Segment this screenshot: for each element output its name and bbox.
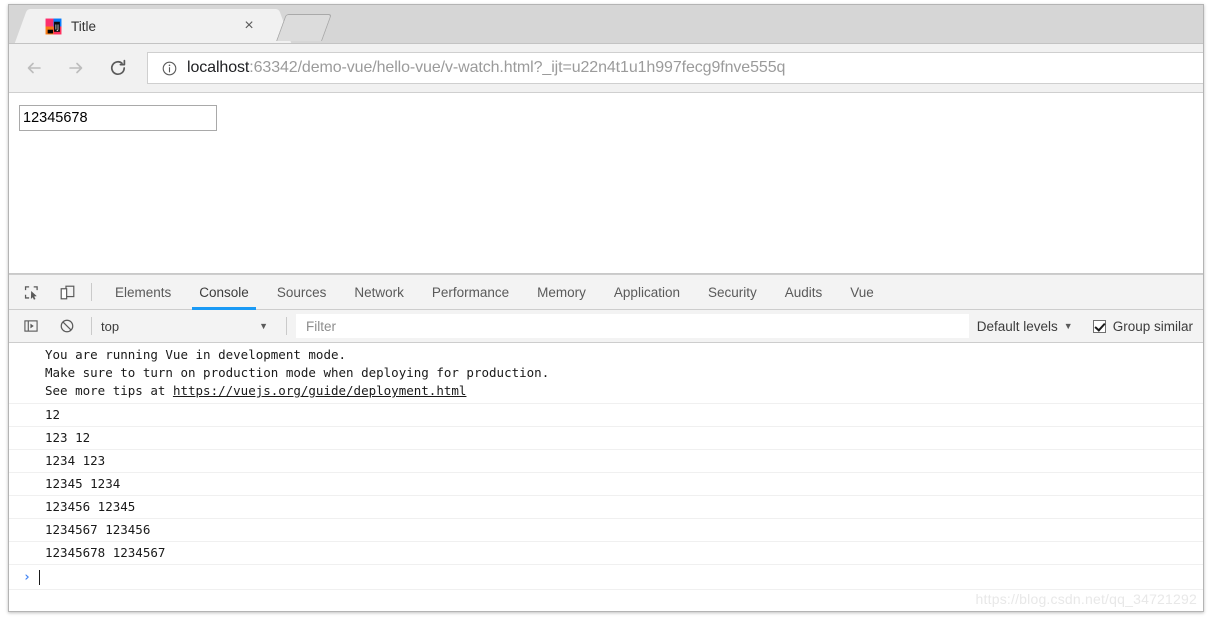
url-path: :63342/demo-vue/hello-vue/v-watch.html?_… xyxy=(249,59,786,76)
inspect-element-icon[interactable] xyxy=(17,278,45,306)
console-log-row: 1234567 123456 xyxy=(9,519,1203,542)
console-log-row: 12345 1234 xyxy=(9,473,1203,496)
prompt-text-caret xyxy=(38,569,40,585)
prompt-chevron-icon: › xyxy=(23,569,31,585)
chevron-down-icon: ▼ xyxy=(259,321,268,331)
console-filter-input[interactable] xyxy=(296,314,969,338)
tab-title: Title xyxy=(71,18,97,34)
tab-sources[interactable]: Sources xyxy=(263,275,341,310)
tab-memory[interactable]: Memory xyxy=(523,275,600,310)
reload-icon[interactable] xyxy=(101,51,135,85)
new-tab-button[interactable] xyxy=(276,14,332,41)
clear-console-icon[interactable] xyxy=(53,312,81,340)
toolbar-divider xyxy=(91,283,92,301)
console-log-row: 1234 123 xyxy=(9,450,1203,473)
url-host: localhost xyxy=(187,59,250,76)
forward-arrow-icon[interactable] xyxy=(59,51,93,85)
close-icon[interactable]: × xyxy=(239,16,259,36)
log-levels-label: Default levels xyxy=(976,318,1058,334)
chevron-down-icon: ▼ xyxy=(1063,321,1073,331)
console-toolbar-divider-1 xyxy=(91,317,92,335)
svg-text:IJ: IJ xyxy=(55,23,59,31)
vue-devmode-line-3: See more tips at xyxy=(45,383,173,398)
device-toolbar-icon[interactable] xyxy=(53,278,81,306)
group-similar-toggle[interactable]: Group similar xyxy=(1092,318,1203,334)
group-similar-label: Group similar xyxy=(1112,318,1193,334)
back-arrow-icon[interactable] xyxy=(17,51,51,85)
console-message-vue-devmode: You are running Vue in development mode.… xyxy=(9,343,1203,404)
page-viewport xyxy=(9,93,1203,274)
show-console-sidebar-icon[interactable] xyxy=(17,312,45,340)
tab-elements[interactable]: Elements xyxy=(101,275,185,310)
watermark: https://blog.csdn.net/qq_34721292 xyxy=(975,591,1197,607)
vue-text-input[interactable] xyxy=(19,105,217,131)
execution-context-value: top xyxy=(101,318,120,334)
tab-application[interactable]: Application xyxy=(600,275,694,310)
vue-devmode-line-2: Make sure to turn on production mode whe… xyxy=(45,365,550,380)
vue-devmode-line-1: You are running Vue in development mode. xyxy=(45,347,347,362)
address-bar-url: localhost:63342/demo-vue/hello-vue/v-wat… xyxy=(187,59,785,77)
console-log-row: 12 xyxy=(9,404,1203,427)
tab-audits[interactable]: Audits xyxy=(771,275,837,310)
console-log-row: 123456 12345 xyxy=(9,496,1203,519)
browser-tab[interactable]: IJ Title × xyxy=(33,9,273,43)
intellij-idea-favicon-icon: IJ xyxy=(45,18,62,35)
console-log-row: 12345678 1234567 xyxy=(9,542,1203,565)
browser-window: IJ Title × localhost:63342/demo-vue/hell… xyxy=(8,4,1204,612)
tab-strip: IJ Title × xyxy=(9,5,1203,44)
devtools-tabbar: Elements Console Sources Network Perform… xyxy=(9,275,1203,310)
tab-performance[interactable]: Performance xyxy=(418,275,523,310)
group-similar-checkbox[interactable] xyxy=(1092,319,1106,333)
console-toolbar: top ▼ Default levels ▼ Group similar xyxy=(9,310,1203,343)
tab-security[interactable]: Security xyxy=(694,275,771,310)
tab-console[interactable]: Console xyxy=(185,275,263,310)
browser-toolbar: localhost:63342/demo-vue/hello-vue/v-wat… xyxy=(9,44,1203,93)
devtools-panel: Elements Console Sources Network Perform… xyxy=(9,274,1203,611)
console-toolbar-divider-2 xyxy=(286,317,287,335)
vue-deployment-link[interactable]: https://vuejs.org/guide/deployment.html xyxy=(173,383,467,398)
address-bar[interactable]: localhost:63342/demo-vue/hello-vue/v-wat… xyxy=(147,52,1203,84)
log-levels-select[interactable]: Default levels ▼ xyxy=(977,319,1079,334)
tab-network[interactable]: Network xyxy=(340,275,418,310)
console-message-list: You are running Vue in development mode.… xyxy=(9,343,1203,590)
execution-context-select[interactable]: top ▼ xyxy=(101,319,276,334)
info-circle-icon[interactable] xyxy=(161,60,178,77)
console-prompt[interactable]: › xyxy=(9,565,1203,590)
tab-vue[interactable]: Vue xyxy=(836,275,888,310)
console-log-row: 123 12 xyxy=(9,427,1203,450)
